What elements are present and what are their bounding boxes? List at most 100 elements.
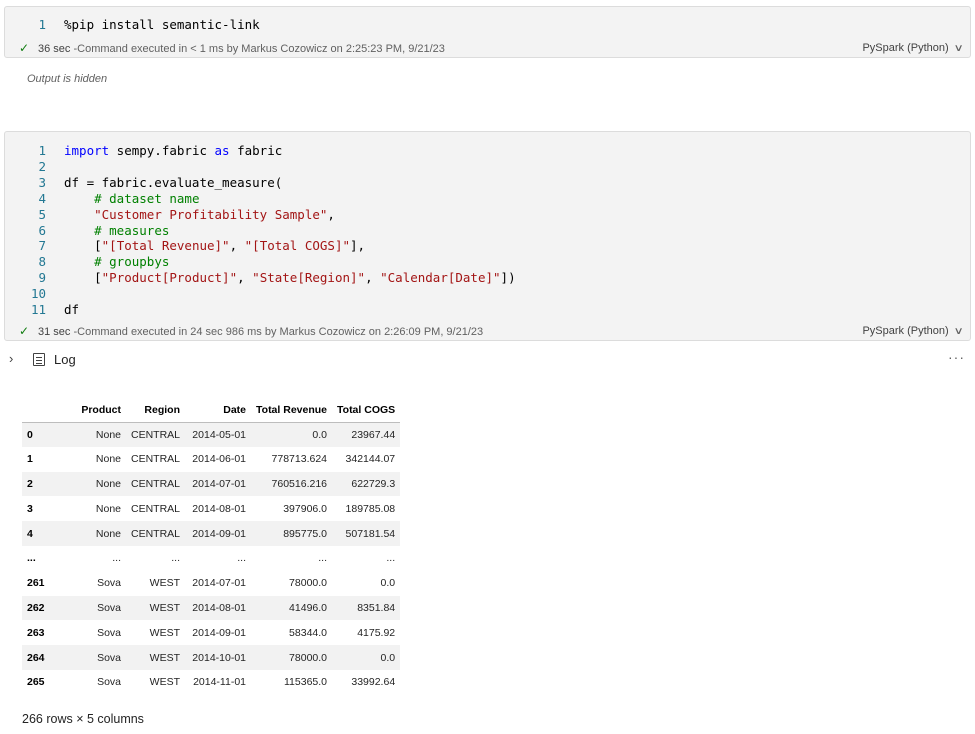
code-line[interactable]: 4 # dataset name (5, 191, 970, 207)
code-token: , (229, 238, 245, 254)
table-cell: 0.0 (380, 577, 396, 590)
language-label: PySpark (Python) (862, 42, 949, 54)
row-index: 1 (27, 453, 33, 466)
code-token: # groupbys (94, 254, 170, 270)
table-cell: None (95, 527, 121, 540)
table-cell: None (95, 502, 121, 515)
table-cell: Sova (97, 601, 121, 614)
line-number: 9 (38, 270, 46, 286)
table-cell: CENTRAL (131, 527, 181, 540)
table-cell: 895775.0 (283, 527, 328, 540)
line-number: 6 (38, 222, 46, 238)
table-cell: Sova (97, 651, 121, 664)
code-text: # measures (64, 223, 169, 239)
code-text: ["Product[Product]", "State[Region]", "C… (64, 270, 516, 286)
column-header: Total Revenue (251, 398, 333, 423)
code-line[interactable]: 2 (5, 159, 970, 175)
line-number: 10 (30, 286, 46, 302)
code-line[interactable]: 6 # measures (5, 223, 970, 239)
code-cell-2[interactable]: 1 import sempy.fabric as fabric 2 3 df = fab… (4, 131, 971, 341)
code-line[interactable]: 8 # groupbys (5, 254, 970, 270)
check-icon: ✓ (19, 41, 30, 55)
table-row: .................. (22, 545, 401, 571)
code-text: import sempy.fabric as fabric (64, 143, 282, 159)
language-selector[interactable]: PySpark (Python) ∨ (862, 323, 963, 340)
line-number: 11 (30, 302, 46, 317)
table-cell: 2014-06-01 (192, 453, 247, 466)
language-label: PySpark (Python) (862, 325, 949, 337)
line-number: 8 (38, 254, 46, 270)
exec-message: -Command executed in 24 sec 986 ms by Ma… (73, 326, 484, 338)
row-index: 2 (27, 477, 33, 490)
code-line[interactable]: 11 df (5, 302, 970, 318)
table-cell: WEST (149, 651, 181, 664)
line-number: 1 (38, 17, 46, 32)
column-header (22, 398, 50, 423)
code-token: "Calendar[Date]" (380, 270, 501, 286)
code-token: , (365, 270, 381, 286)
table-cell: 2014-08-01 (192, 601, 247, 614)
table-cell: ... (112, 552, 121, 565)
log-icon (33, 353, 45, 366)
code-line[interactable]: 10 (5, 286, 970, 302)
code-line[interactable]: 9 ["Product[Product]", "State[Region]", … (5, 270, 970, 286)
more-options-icon[interactable]: ··· (948, 349, 965, 365)
dataframe-table: Product Region Date Total Revenue Total … (22, 398, 401, 695)
log-bar[interactable]: › Log ··· (0, 349, 975, 371)
table-cell: 78000.0 (289, 651, 328, 664)
table-cell: WEST (149, 626, 181, 639)
code-token: df (64, 302, 80, 317)
table-cell: 2014-07-01 (192, 577, 247, 590)
table-row: 263 Sova WEST 2014-09-01 58344.0 4175.92 (22, 620, 401, 646)
code-line[interactable]: 5 "Customer Profitability Sample", (5, 207, 970, 223)
code-text: # dataset name (64, 191, 199, 207)
code-token: sempy.fabric (109, 143, 215, 158)
code-line[interactable]: 1 %pip install semantic-link (5, 17, 970, 33)
code-cell-1[interactable]: 1 %pip install semantic-link ✓ 36 sec -Com… (4, 6, 971, 58)
code-line[interactable]: 7 ["[Total Revenue]", "[Total COGS]"], (5, 238, 970, 254)
table-cell: 41496.0 (289, 601, 328, 614)
table-cell: 0.0 (380, 651, 396, 664)
code-line[interactable]: 3 df = fabric.evaluate_measure( (5, 175, 970, 191)
table-cell: WEST (149, 577, 181, 590)
table-row: 1 None CENTRAL 2014-06-01 778713.624 342144.0… (22, 447, 400, 472)
code-text: df (64, 302, 79, 318)
code-token: ]) (500, 270, 516, 286)
column-header: Product (50, 398, 126, 423)
table-cell: CENTRAL (131, 428, 181, 441)
code-token: as (214, 143, 230, 158)
table-cell: 4175.92 (357, 626, 396, 639)
code-text: %pip install semantic-link (64, 17, 260, 33)
language-selector[interactable]: PySpark (Python) ∨ (862, 40, 964, 57)
log-label[interactable]: Log (54, 352, 76, 367)
chevron-right-icon[interactable]: › (9, 351, 13, 366)
table-cell: 2014-05-01 (192, 428, 247, 441)
code-token: df = fabric.evaluate_measure( (64, 174, 283, 190)
table-cell: 115365.0 (284, 676, 328, 689)
row-index: 3 (27, 502, 33, 515)
row-index: 263 (27, 626, 45, 639)
table-cell: 760516.216 (271, 477, 328, 490)
table-cell: ... (237, 552, 247, 565)
line-number: 3 (38, 174, 46, 190)
table-cell: WEST (149, 676, 181, 689)
line-number: 5 (38, 206, 46, 222)
row-index: 264 (27, 651, 45, 664)
row-index: 265 (27, 676, 45, 689)
code-token: [ (64, 238, 102, 254)
table-cell: 33992.64 (351, 676, 396, 689)
exec-duration: 31 sec (38, 326, 71, 338)
column-header: Region (126, 398, 186, 423)
chevron-down-icon: ∨ (953, 43, 964, 54)
code-token: , (327, 206, 335, 222)
table-cell: CENTRAL (131, 453, 181, 466)
table-cell: 189785.08 (345, 502, 396, 515)
table-row: 0 None CENTRAL 2014-05-01 0.0 23967.44 (22, 422, 401, 447)
table-cell: 507181.54 (345, 527, 396, 540)
code-token: "Product[Product]" (101, 270, 238, 286)
code-line[interactable]: 1 import sempy.fabric as fabric (5, 143, 970, 159)
line-number: 7 (38, 238, 46, 254)
